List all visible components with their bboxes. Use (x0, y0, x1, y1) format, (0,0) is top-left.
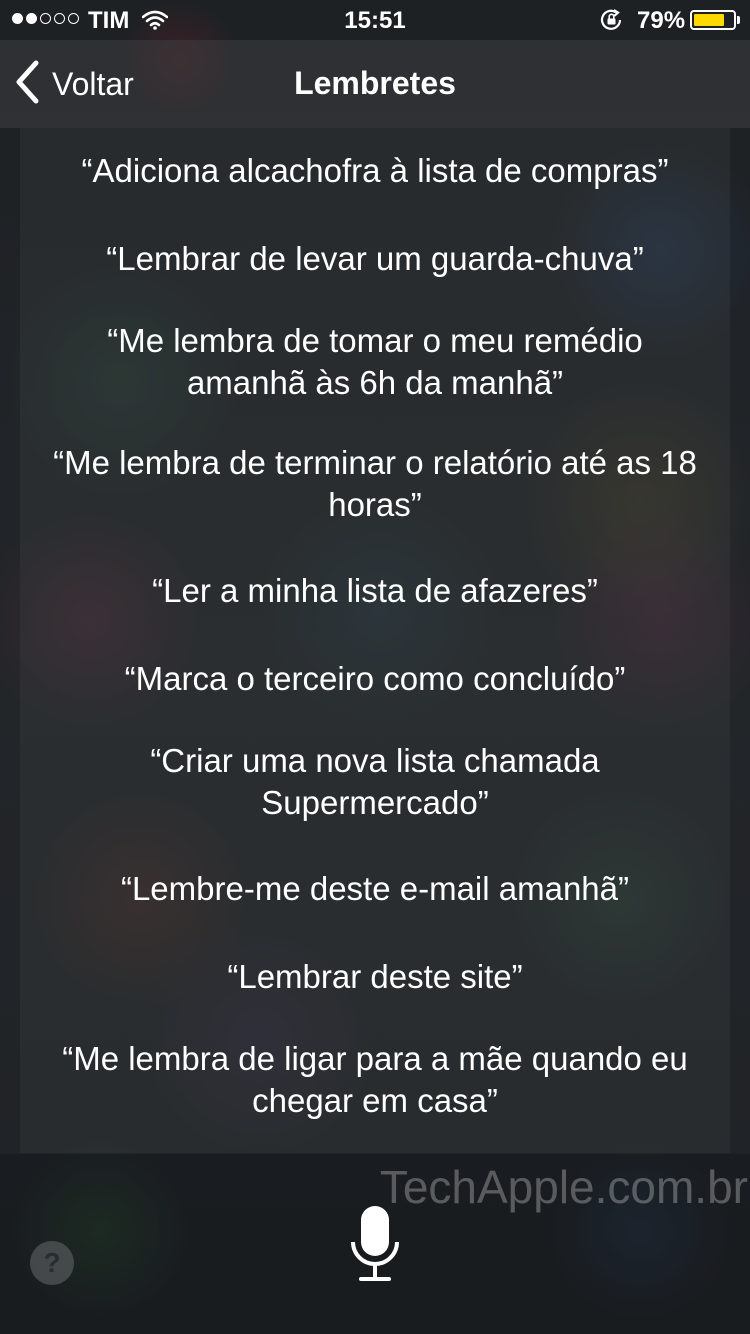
siri-suggestion-phrase: “Criar uma nova lista chamada Supermerca… (150, 742, 600, 821)
battery-level-fill (694, 14, 725, 26)
battery-tip (737, 16, 740, 24)
microphone-icon (348, 1206, 402, 1290)
help-button[interactable]: ? (30, 1241, 74, 1285)
siri-suggestion-phrase: “Lembrar de levar um guarda-chuva” (106, 240, 644, 277)
status-bar: TIM 15:51 79% (0, 0, 750, 40)
microphone-button[interactable] (348, 1204, 402, 1286)
siri-suggestion-phrase: “Ler a minha lista de afazeres” (152, 572, 598, 609)
navigation-bar: Voltar Lembretes (0, 40, 750, 128)
siri-suggestion-phrase: “Marca o terceiro como concluído” (124, 660, 626, 697)
siri-suggestion-phrase: “Adiciona alcachofra à lista de compras” (81, 152, 669, 189)
siri-suggestion-phrase: “Me lembra de ligar para a mãe quando eu… (62, 1040, 688, 1119)
siri-suggestion-phrase: “Lembrar deste site” (227, 958, 523, 995)
siri-suggestion-phrase: “Lembre-me deste e-mail amanhã” (120, 870, 630, 907)
battery-icon (690, 10, 736, 30)
siri-suggestion-list: “Adiciona alcachofra à lista de compras”… (20, 128, 730, 1153)
page-title: Lembretes (294, 65, 456, 101)
rotation-lock-icon (600, 9, 624, 38)
watermark: TechApple.com.br (379, 1161, 748, 1213)
siri-suggestion-phrase: “Me lembra de tomar o meu remédio amanhã… (107, 322, 643, 401)
siri-suggestion-phrase: “Me lembra de terminar o relatório até a… (53, 444, 697, 523)
battery-percentage: 79% (637, 7, 686, 34)
